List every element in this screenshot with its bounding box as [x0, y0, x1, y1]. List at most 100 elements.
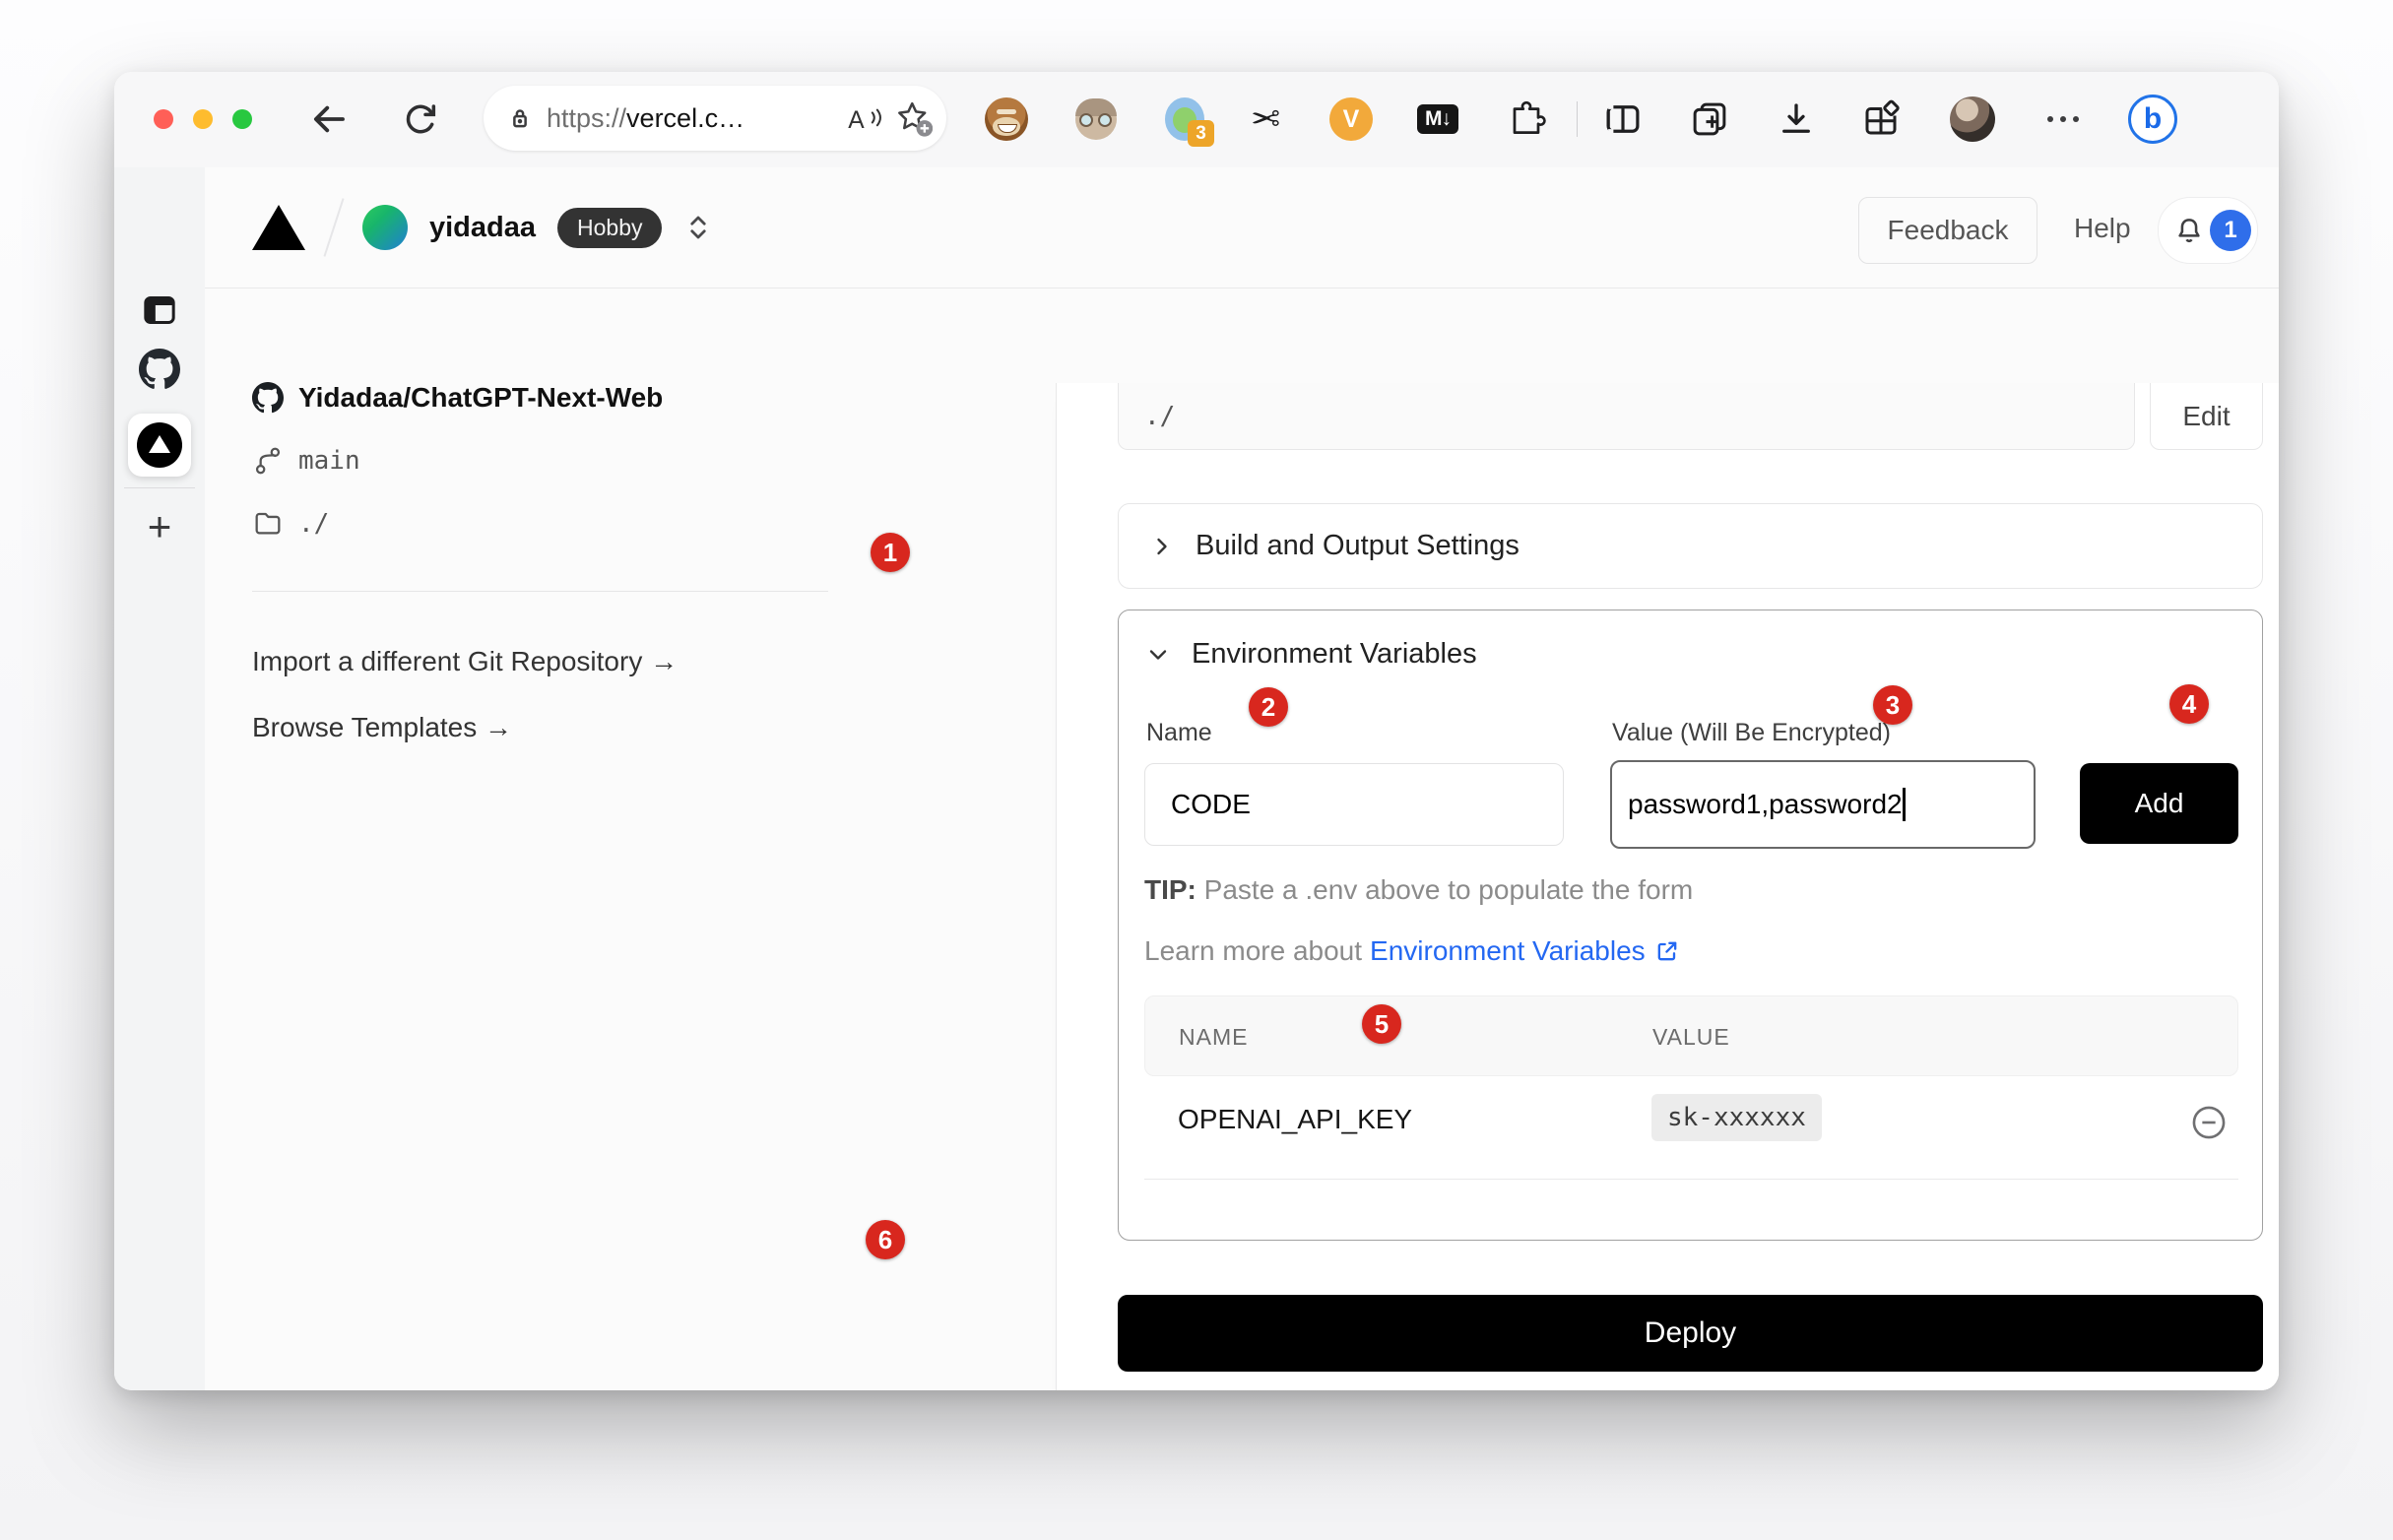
- collections-button[interactable]: [1684, 94, 1735, 145]
- env-value-text: password1,password2: [1628, 789, 1903, 820]
- desktop: https://vercel.c… A 3 ✂ V: [0, 0, 2393, 1540]
- env-table-header: NAME VALUE: [1144, 995, 2238, 1076]
- learn-more-line: Learn more about Environment Variables: [1144, 935, 1681, 967]
- team-avatar[interactable]: [362, 205, 408, 250]
- browse-link-label: Browse Templates →: [252, 712, 512, 742]
- persona-extension-icon[interactable]: [1070, 94, 1122, 145]
- repo-name: Yidadaa/ChatGPT-Next-Web: [298, 382, 663, 414]
- extensions-menu-button[interactable]: [1501, 94, 1552, 145]
- import-link-label: Import a different Git Repository →: [252, 646, 678, 676]
- markdown-icon: M↓: [1417, 104, 1458, 134]
- markdown-extension-icon[interactable]: M↓: [1412, 94, 1463, 145]
- minimize-window-button[interactable]: [193, 109, 213, 129]
- split-screen-button[interactable]: [1597, 94, 1649, 145]
- env-table-header-name: NAME: [1179, 1024, 1248, 1051]
- env-docs-link[interactable]: Environment Variables: [1370, 935, 1646, 967]
- toolbar-divider: [1577, 101, 1578, 137]
- browse-templates-link[interactable]: Browse Templates →: [252, 712, 512, 743]
- user-avatar: [1950, 96, 1995, 142]
- env-section-header[interactable]: Environment Variables: [1144, 638, 1477, 671]
- env-name-input[interactable]: CODE: [1144, 763, 1564, 846]
- back-button[interactable]: [305, 96, 353, 143]
- github-icon: [252, 382, 284, 414]
- ellipsis-icon: [2060, 116, 2066, 122]
- vercel-logo[interactable]: [252, 205, 305, 250]
- add-env-variable-button[interactable]: Add: [2080, 763, 2238, 844]
- notification-count-badge: 1: [2210, 210, 2251, 251]
- close-window-button[interactable]: [154, 109, 173, 129]
- environment-variables-section: Environment Variables Name Value (Will B…: [1118, 610, 2263, 1241]
- root-directory-info: ./: [252, 502, 329, 545]
- env-name-value: CODE: [1171, 789, 1251, 820]
- team-switcher-chevrons-icon[interactable]: [683, 209, 713, 246]
- bing-icon: b: [2128, 95, 2177, 144]
- orange-v-icon: V: [1329, 97, 1373, 141]
- notifications-button[interactable]: 1: [2158, 197, 2258, 264]
- settings-menu-button[interactable]: [2037, 94, 2089, 145]
- env-table-header-value: VALUE: [1652, 1024, 1730, 1051]
- feedback-button[interactable]: Feedback: [1858, 197, 2037, 264]
- address-bar[interactable]: https://vercel.c… A: [484, 86, 946, 151]
- maximize-window-button[interactable]: [232, 109, 252, 129]
- build-output-settings-section[interactable]: Build and Output Settings: [1118, 503, 2263, 589]
- tip-label: TIP:: [1144, 874, 1196, 905]
- download-icon: [1776, 98, 1817, 140]
- downloads-button[interactable]: [1771, 94, 1822, 145]
- vercel-page: yidadaa Hobby Feedback Help 1 Yidadaa/Ch…: [205, 167, 2279, 1390]
- env-row-name: OPENAI_API_KEY: [1178, 1104, 1412, 1135]
- read-aloud-icon[interactable]: A: [846, 103, 883, 133]
- svg-text:A: A: [848, 107, 865, 133]
- browser-window: https://vercel.c… A 3 ✂ V: [114, 72, 2279, 1390]
- folder-icon: [252, 508, 284, 540]
- edit-root-directory-button[interactable]: Edit: [2150, 383, 2263, 450]
- env-row-value: sk-xxxxxx: [1651, 1094, 1822, 1141]
- browser-toolbar: https://vercel.c… A 3 ✂ V: [114, 72, 2279, 168]
- import-different-repo-link[interactable]: Import a different Git Repository →: [252, 646, 678, 677]
- env-table-row: OPENAI_API_KEY sk-xxxxxx: [1119, 1076, 2264, 1175]
- bing-chat-button[interactable]: b: [2127, 94, 2178, 145]
- github-tab-button[interactable]: [114, 342, 205, 397]
- add-label: Add: [2135, 788, 2184, 819]
- env-section-title: Environment Variables: [1192, 638, 1477, 671]
- value-label: Value (Will Be Encrypted): [1612, 719, 1891, 747]
- configure-project-card: ./ Edit Build and Output Settings Enviro…: [1056, 383, 2279, 1390]
- name-label: Name: [1146, 719, 1212, 747]
- collections-icon: [1689, 98, 1730, 140]
- bell-icon: [2172, 213, 2206, 248]
- refresh-icon: [400, 99, 439, 139]
- annotation-badge-1: 1: [871, 533, 910, 572]
- profile-avatar-button[interactable]: [1947, 94, 1998, 145]
- refresh-button[interactable]: [396, 96, 443, 143]
- puzzle-icon: [1507, 99, 1546, 139]
- vpn-extension-icon[interactable]: V: [1326, 94, 1377, 145]
- team-name[interactable]: yidadaa: [429, 212, 536, 244]
- deploy-label: Deploy: [1645, 1316, 1736, 1350]
- chevron-down-icon: [1144, 641, 1172, 669]
- annotation-badge-3: 3: [1873, 685, 1912, 725]
- lock-icon: [505, 103, 535, 133]
- new-tab-button[interactable]: +: [114, 499, 205, 554]
- root-directory-value: ./: [1144, 402, 1175, 431]
- external-link-icon[interactable]: [1653, 937, 1681, 965]
- deploy-button[interactable]: Deploy: [1118, 1295, 2263, 1372]
- remove-env-variable-button[interactable]: [2188, 1102, 2230, 1143]
- edge-sidebar: +: [114, 167, 206, 1390]
- scissors-icon: ✂: [1251, 99, 1280, 140]
- tampermonkey-extension-icon[interactable]: [981, 94, 1032, 145]
- layout-panel-icon: [140, 290, 179, 330]
- sidebar-toggle-button[interactable]: [114, 283, 205, 338]
- extension-with-badge-icon[interactable]: 3: [1160, 94, 1211, 145]
- env-value-input[interactable]: password1,password2: [1610, 760, 2036, 849]
- clipper-extension-icon[interactable]: ✂: [1240, 94, 1291, 145]
- root-directory-input[interactable]: ./: [1118, 383, 2135, 450]
- annotation-badge-5: 5: [1362, 1004, 1401, 1044]
- env-table-divider: [1144, 1179, 2238, 1180]
- git-branch-icon: [252, 445, 284, 477]
- active-tab-vercel[interactable]: [128, 414, 191, 477]
- help-label: Help: [2074, 213, 2131, 243]
- add-favorite-star-icon[interactable]: [893, 98, 933, 138]
- browser-essentials-button[interactable]: [1855, 94, 1907, 145]
- edit-label: Edit: [2182, 401, 2230, 432]
- root-directory: ./: [298, 509, 329, 539]
- help-link[interactable]: Help: [2074, 213, 2131, 244]
